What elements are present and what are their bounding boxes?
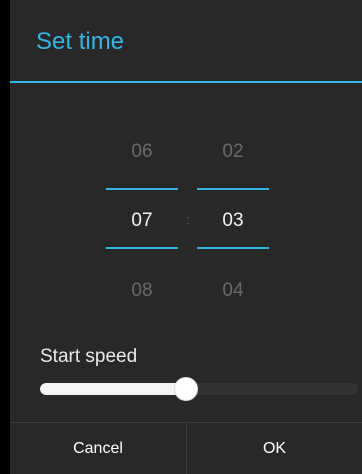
cancel-button[interactable]: Cancel — [10, 423, 187, 474]
set-time-dialog: Set time 06 07 08 : 02 03 04 Start speed — [10, 0, 362, 474]
hour-picker[interactable]: 06 07 08 — [104, 130, 180, 310]
slider-fill — [40, 383, 186, 395]
start-speed-slider[interactable] — [40, 376, 358, 402]
dialog-title-bar: Set time — [10, 0, 362, 83]
title-divider — [10, 81, 362, 83]
hour-prev-value[interactable]: 06 — [104, 140, 180, 164]
start-speed-label: Start speed — [40, 346, 138, 367]
minute-selection-line-bottom — [197, 247, 269, 249]
background-edge — [0, 0, 10, 46]
minute-selection-line-top — [197, 188, 269, 190]
minute-picker[interactable]: 02 03 04 — [195, 130, 271, 310]
slider-thumb[interactable] — [174, 377, 198, 401]
minute-next-value[interactable]: 04 — [195, 279, 271, 303]
ok-button[interactable]: OK — [187, 423, 362, 474]
minute-prev-value[interactable]: 02 — [195, 140, 271, 164]
dialog-button-bar: Cancel OK — [10, 422, 362, 474]
hour-selection-line-top — [106, 188, 178, 190]
screen: Set time 06 07 08 : 02 03 04 Start speed — [0, 0, 362, 474]
minute-current-value[interactable]: 03 — [195, 209, 271, 233]
dialog-title: Set time — [36, 28, 125, 55]
time-separator: : — [186, 212, 190, 227]
slider-track[interactable] — [40, 383, 358, 395]
hour-selection-line-bottom — [106, 247, 178, 249]
hour-next-value[interactable]: 08 — [104, 279, 180, 303]
hour-current-value[interactable]: 07 — [104, 209, 180, 233]
